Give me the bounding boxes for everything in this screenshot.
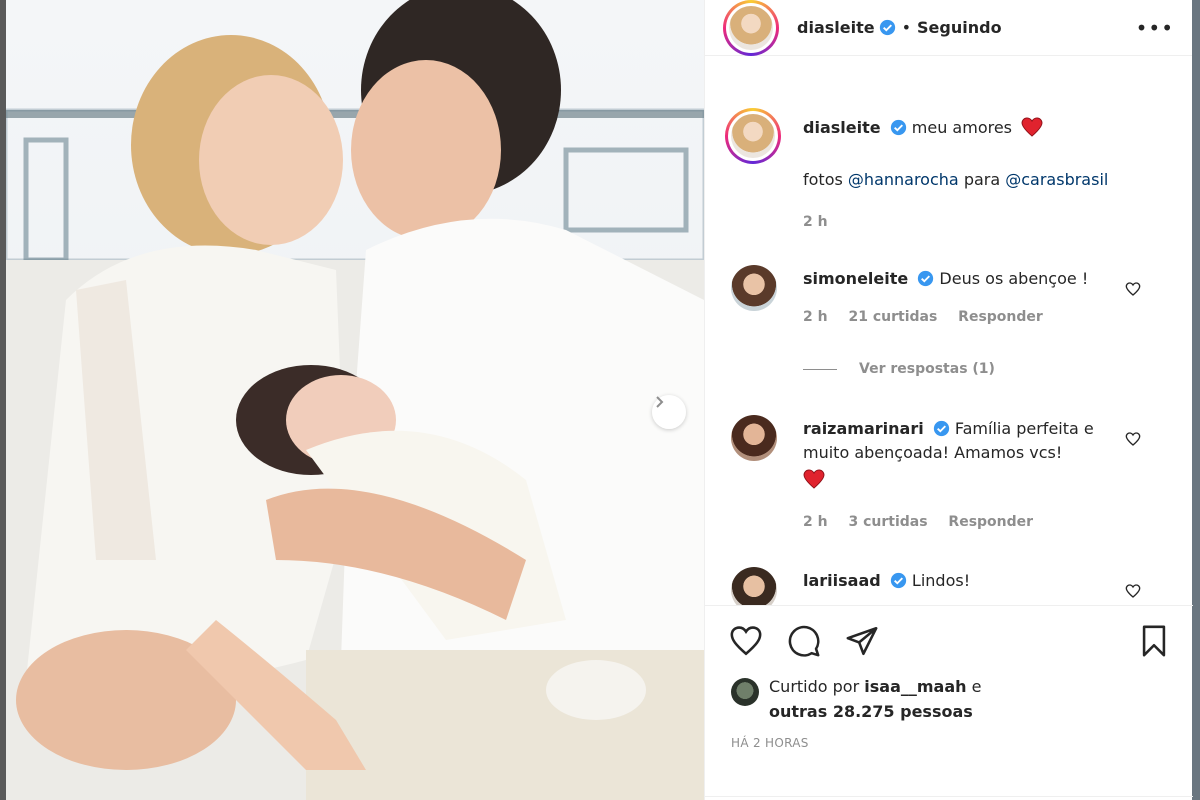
comment-text: Lindos! [911,571,971,590]
caption-credits-prefix: fotos [803,170,843,189]
comments-list: diasleite meu amores fotos @hannarocha p… [705,80,1193,605]
post-actions: Curtido por isaa__maah e outras 28.275 p… [705,605,1193,800]
commenter-avatar[interactable] [731,415,777,461]
caption-avatar[interactable] [725,108,781,164]
post-side-panel: diasleite • Seguindo ••• diasleite meu a… [704,0,1193,800]
next-photo-button[interactable] [652,395,686,429]
verified-badge-icon [879,19,895,36]
comment-text: Deus os abençoe ! [939,269,1089,288]
comment-username[interactable]: lariisaad [803,571,881,590]
comment-likes[interactable]: 21 curtidas [848,309,937,325]
liked-by-user[interactable]: isaa__maah [864,677,966,696]
comment-time[interactable]: 2 h [803,514,828,530]
header-separator: • [901,18,912,37]
verified-badge-icon [890,572,906,589]
liker-avatar[interactable] [731,678,759,706]
commenter-avatar[interactable] [731,567,777,605]
following-button[interactable]: Seguindo [917,18,1002,37]
comment-likes[interactable]: 3 curtidas [848,514,927,530]
post-photo [6,0,704,800]
liked-by-prefix: Curtido por [769,677,860,696]
red-heart-emoji-icon [1021,117,1043,137]
share-paper-plane-icon[interactable] [845,624,879,658]
caption-username[interactable]: diasleite [803,118,881,137]
background-right-edge [1192,0,1200,800]
post-timestamp[interactable]: HÁ 2 HORAS [731,736,809,750]
liked-by-summary: Curtido por isaa__maah e outras 28.275 p… [731,674,981,724]
view-replies-button[interactable]: Ver respostas (1) [803,361,995,377]
like-heart-icon[interactable] [729,624,763,658]
reply-button[interactable]: Responder [948,514,1033,530]
caption-time[interactable]: 2 h [803,214,828,230]
comment-time[interactable]: 2 h [803,309,828,325]
comment-username[interactable]: raizamarinari [803,419,924,438]
comment-input-divider [705,796,1193,797]
red-heart-emoji-icon [803,469,825,489]
verified-badge-icon [890,119,906,136]
mention-carasbrasil[interactable]: @carasbrasil [1005,170,1108,189]
chevron-right-icon [656,396,664,408]
reply-button[interactable]: Responder [958,309,1043,325]
verified-badge-icon [918,270,934,287]
like-comment-heart-icon[interactable] [1125,281,1141,297]
author-avatar[interactable] [723,0,779,56]
comment-bubble-icon[interactable] [787,624,821,658]
like-comment-heart-icon[interactable] [1125,431,1141,447]
commenter-avatar[interactable] [731,265,777,311]
save-bookmark-icon[interactable] [1137,624,1171,658]
caption-credits-middle: para [963,170,1001,189]
post-modal: diasleite • Seguindo ••• diasleite meu a… [6,0,1193,800]
post-header: diasleite • Seguindo ••• [705,0,1192,56]
family-photo-illustration [6,0,704,800]
view-replies-label: Ver respostas (1) [859,361,995,377]
verified-badge-icon [933,420,949,437]
more-options-icon[interactable]: ••• [1136,16,1174,40]
author-username[interactable]: diasleite [797,18,875,37]
liked-by-others[interactable]: outras 28.275 pessoas [769,702,973,721]
comment-username[interactable]: simoneleite [803,269,908,288]
mention-hannarocha[interactable]: @hannarocha [848,170,959,189]
caption-text: meu amores [911,118,1013,137]
like-comment-heart-icon[interactable] [1125,583,1141,599]
liked-by-conj: e [971,677,982,696]
